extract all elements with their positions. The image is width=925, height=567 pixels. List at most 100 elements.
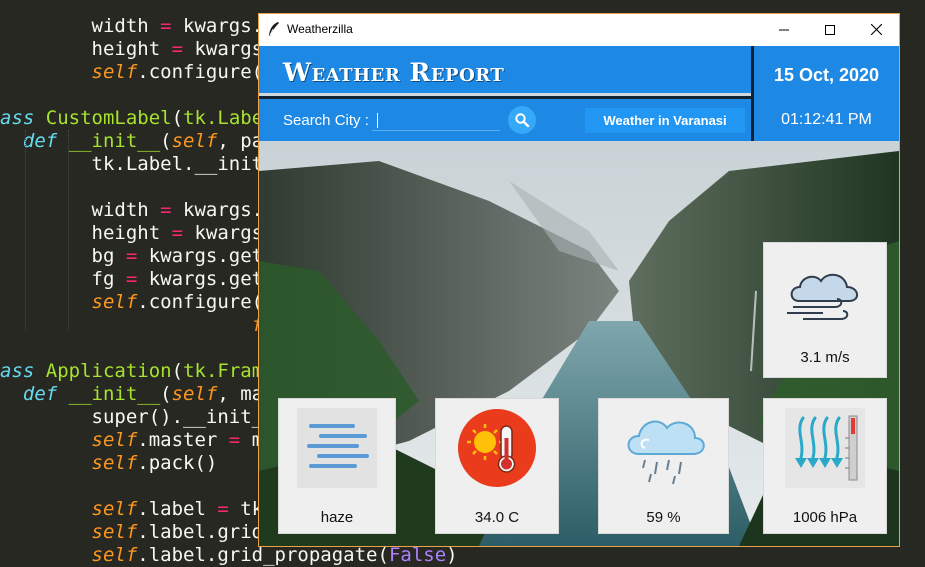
humidity-value: 59 % bbox=[646, 509, 681, 526]
code-token: = bbox=[125, 268, 138, 290]
code-token: def bbox=[0, 383, 69, 405]
code-token: ass bbox=[0, 360, 46, 382]
code-line: self.master = mast bbox=[0, 429, 298, 452]
code-line: height = kwargs.g bbox=[0, 222, 287, 245]
code-token: ( bbox=[171, 360, 184, 382]
code-token: = bbox=[228, 429, 241, 451]
search-button[interactable] bbox=[508, 106, 536, 134]
code-line: tk.Label.__init__ bbox=[0, 153, 286, 176]
condition-value: haze bbox=[320, 509, 354, 526]
code-token: ( bbox=[171, 107, 184, 129]
rain-cloud-icon bbox=[627, 420, 705, 485]
code-token: = bbox=[160, 15, 172, 37]
thermometer-sun-icon bbox=[458, 409, 536, 487]
code-token: .configure( bbox=[137, 61, 264, 83]
code-token: = bbox=[160, 199, 172, 221]
code-token: .configure( bbox=[137, 291, 264, 313]
app-client-area: Weather Report Search City : Weather in … bbox=[259, 46, 899, 546]
code-token: ( bbox=[160, 130, 172, 152]
code-token: = bbox=[217, 498, 229, 520]
code-token: bg bbox=[0, 245, 126, 267]
code-token: .label bbox=[137, 498, 218, 520]
minimize-icon bbox=[779, 29, 789, 30]
code-line: ass CustomLabel(tk.Labe bbox=[0, 107, 263, 130]
code-token: , ma bbox=[217, 383, 264, 405]
weather-location-button[interactable]: Weather in Varanasi bbox=[585, 108, 745, 133]
code-token: f bbox=[0, 314, 264, 336]
code-line: super().__init__( bbox=[0, 406, 286, 429]
search-bar: Search City : Weather in Varanasi bbox=[259, 99, 751, 141]
code-token: __init__ bbox=[68, 383, 161, 405]
code-line: width = kwargs.ge bbox=[0, 199, 287, 222]
code-token: super().__init__( bbox=[0, 406, 286, 428]
wind-cloud-icon bbox=[787, 273, 858, 320]
close-icon bbox=[870, 24, 882, 35]
indent-guide bbox=[25, 130, 26, 330]
wind-card: 3.1 m/s bbox=[763, 242, 887, 378]
weatherzilla-window[interactable]: Weatherzilla Weather Report Search City … bbox=[258, 13, 900, 547]
code-token: ass bbox=[0, 107, 46, 129]
wind-speed-value: 3.1 m/s bbox=[800, 349, 850, 366]
code-line: def __init__(self, pa bbox=[0, 130, 263, 153]
pressure-arrows-icon bbox=[785, 408, 865, 488]
minimize-button[interactable] bbox=[761, 14, 807, 45]
code-token: Application bbox=[45, 360, 172, 382]
code-token: __init__ bbox=[68, 130, 161, 152]
pressure-value: 1006 hPa bbox=[792, 509, 858, 526]
code-token: .master bbox=[137, 429, 229, 451]
code-line: self.configure(wi bbox=[0, 61, 287, 84]
code-token: , pa bbox=[217, 130, 264, 152]
text-caret bbox=[377, 113, 378, 128]
code-line: f bbox=[0, 314, 263, 337]
code-line: ass Application(tk.Fram bbox=[0, 360, 263, 383]
condition-card: haze bbox=[278, 398, 396, 534]
pressure-card: 1006 hPa bbox=[763, 398, 887, 534]
date-label: 15 Oct, 2020 bbox=[773, 65, 880, 85]
code-line: height = kwargs.g bbox=[0, 38, 287, 61]
code-token: def bbox=[0, 130, 69, 152]
code-token: = bbox=[125, 245, 138, 267]
code-token: fg bbox=[0, 268, 126, 290]
code-token: self bbox=[0, 61, 138, 83]
report-header: Weather Report bbox=[259, 46, 751, 96]
code-token: self bbox=[0, 452, 138, 474]
title-bar[interactable]: Weatherzilla bbox=[259, 14, 899, 45]
page-title: Weather Report bbox=[283, 58, 505, 87]
code-token: = bbox=[171, 222, 184, 244]
temperature-card: 34.0 C bbox=[435, 398, 559, 534]
temperature-value: 34.0 C bbox=[474, 509, 520, 526]
code-line: fg = kwargs.get(' bbox=[0, 268, 287, 291]
feather-icon bbox=[269, 22, 279, 36]
date-time-panel: 15 Oct, 2020 01:12:41 PM bbox=[754, 46, 899, 141]
code-line: def __init__(self, ma bbox=[0, 383, 263, 406]
humidity-card: 59 % bbox=[598, 398, 729, 534]
code-line: self.configure(wi bbox=[0, 291, 287, 314]
code-line: self.label = tk.L bbox=[0, 498, 287, 521]
close-button[interactable] bbox=[853, 14, 899, 45]
code-token: width bbox=[0, 15, 161, 37]
code-token: self bbox=[0, 429, 138, 451]
code-line: bg = kwargs.get(' bbox=[0, 245, 287, 268]
code-token: = bbox=[171, 38, 184, 60]
code-token: self bbox=[171, 383, 218, 405]
maximize-button[interactable] bbox=[807, 14, 853, 45]
code-token: ( bbox=[160, 383, 172, 405]
code-token: self bbox=[0, 498, 138, 520]
code-token: .pack() bbox=[137, 452, 218, 474]
code-token: tk.Labe bbox=[183, 107, 264, 129]
code-token: tk.Label.__init__ bbox=[0, 153, 286, 175]
code-token: CustomLabel bbox=[45, 107, 172, 129]
window-title: Weatherzilla bbox=[287, 22, 353, 36]
search-icon bbox=[515, 113, 530, 128]
indent-guide bbox=[68, 130, 69, 330]
time-label: 01:12:41 PM bbox=[781, 111, 872, 128]
code-token: tk.Fram bbox=[183, 360, 264, 382]
code-line: self.label.grid_propagate(False) bbox=[0, 544, 458, 567]
code-line: width = kwargs.ge bbox=[0, 15, 287, 38]
code-line: self.pack() bbox=[0, 452, 218, 475]
maximize-icon bbox=[825, 24, 835, 35]
haze-icon bbox=[297, 408, 377, 488]
code-token: height bbox=[0, 38, 172, 60]
city-search-input[interactable] bbox=[372, 109, 500, 131]
code-token: self bbox=[171, 130, 218, 152]
